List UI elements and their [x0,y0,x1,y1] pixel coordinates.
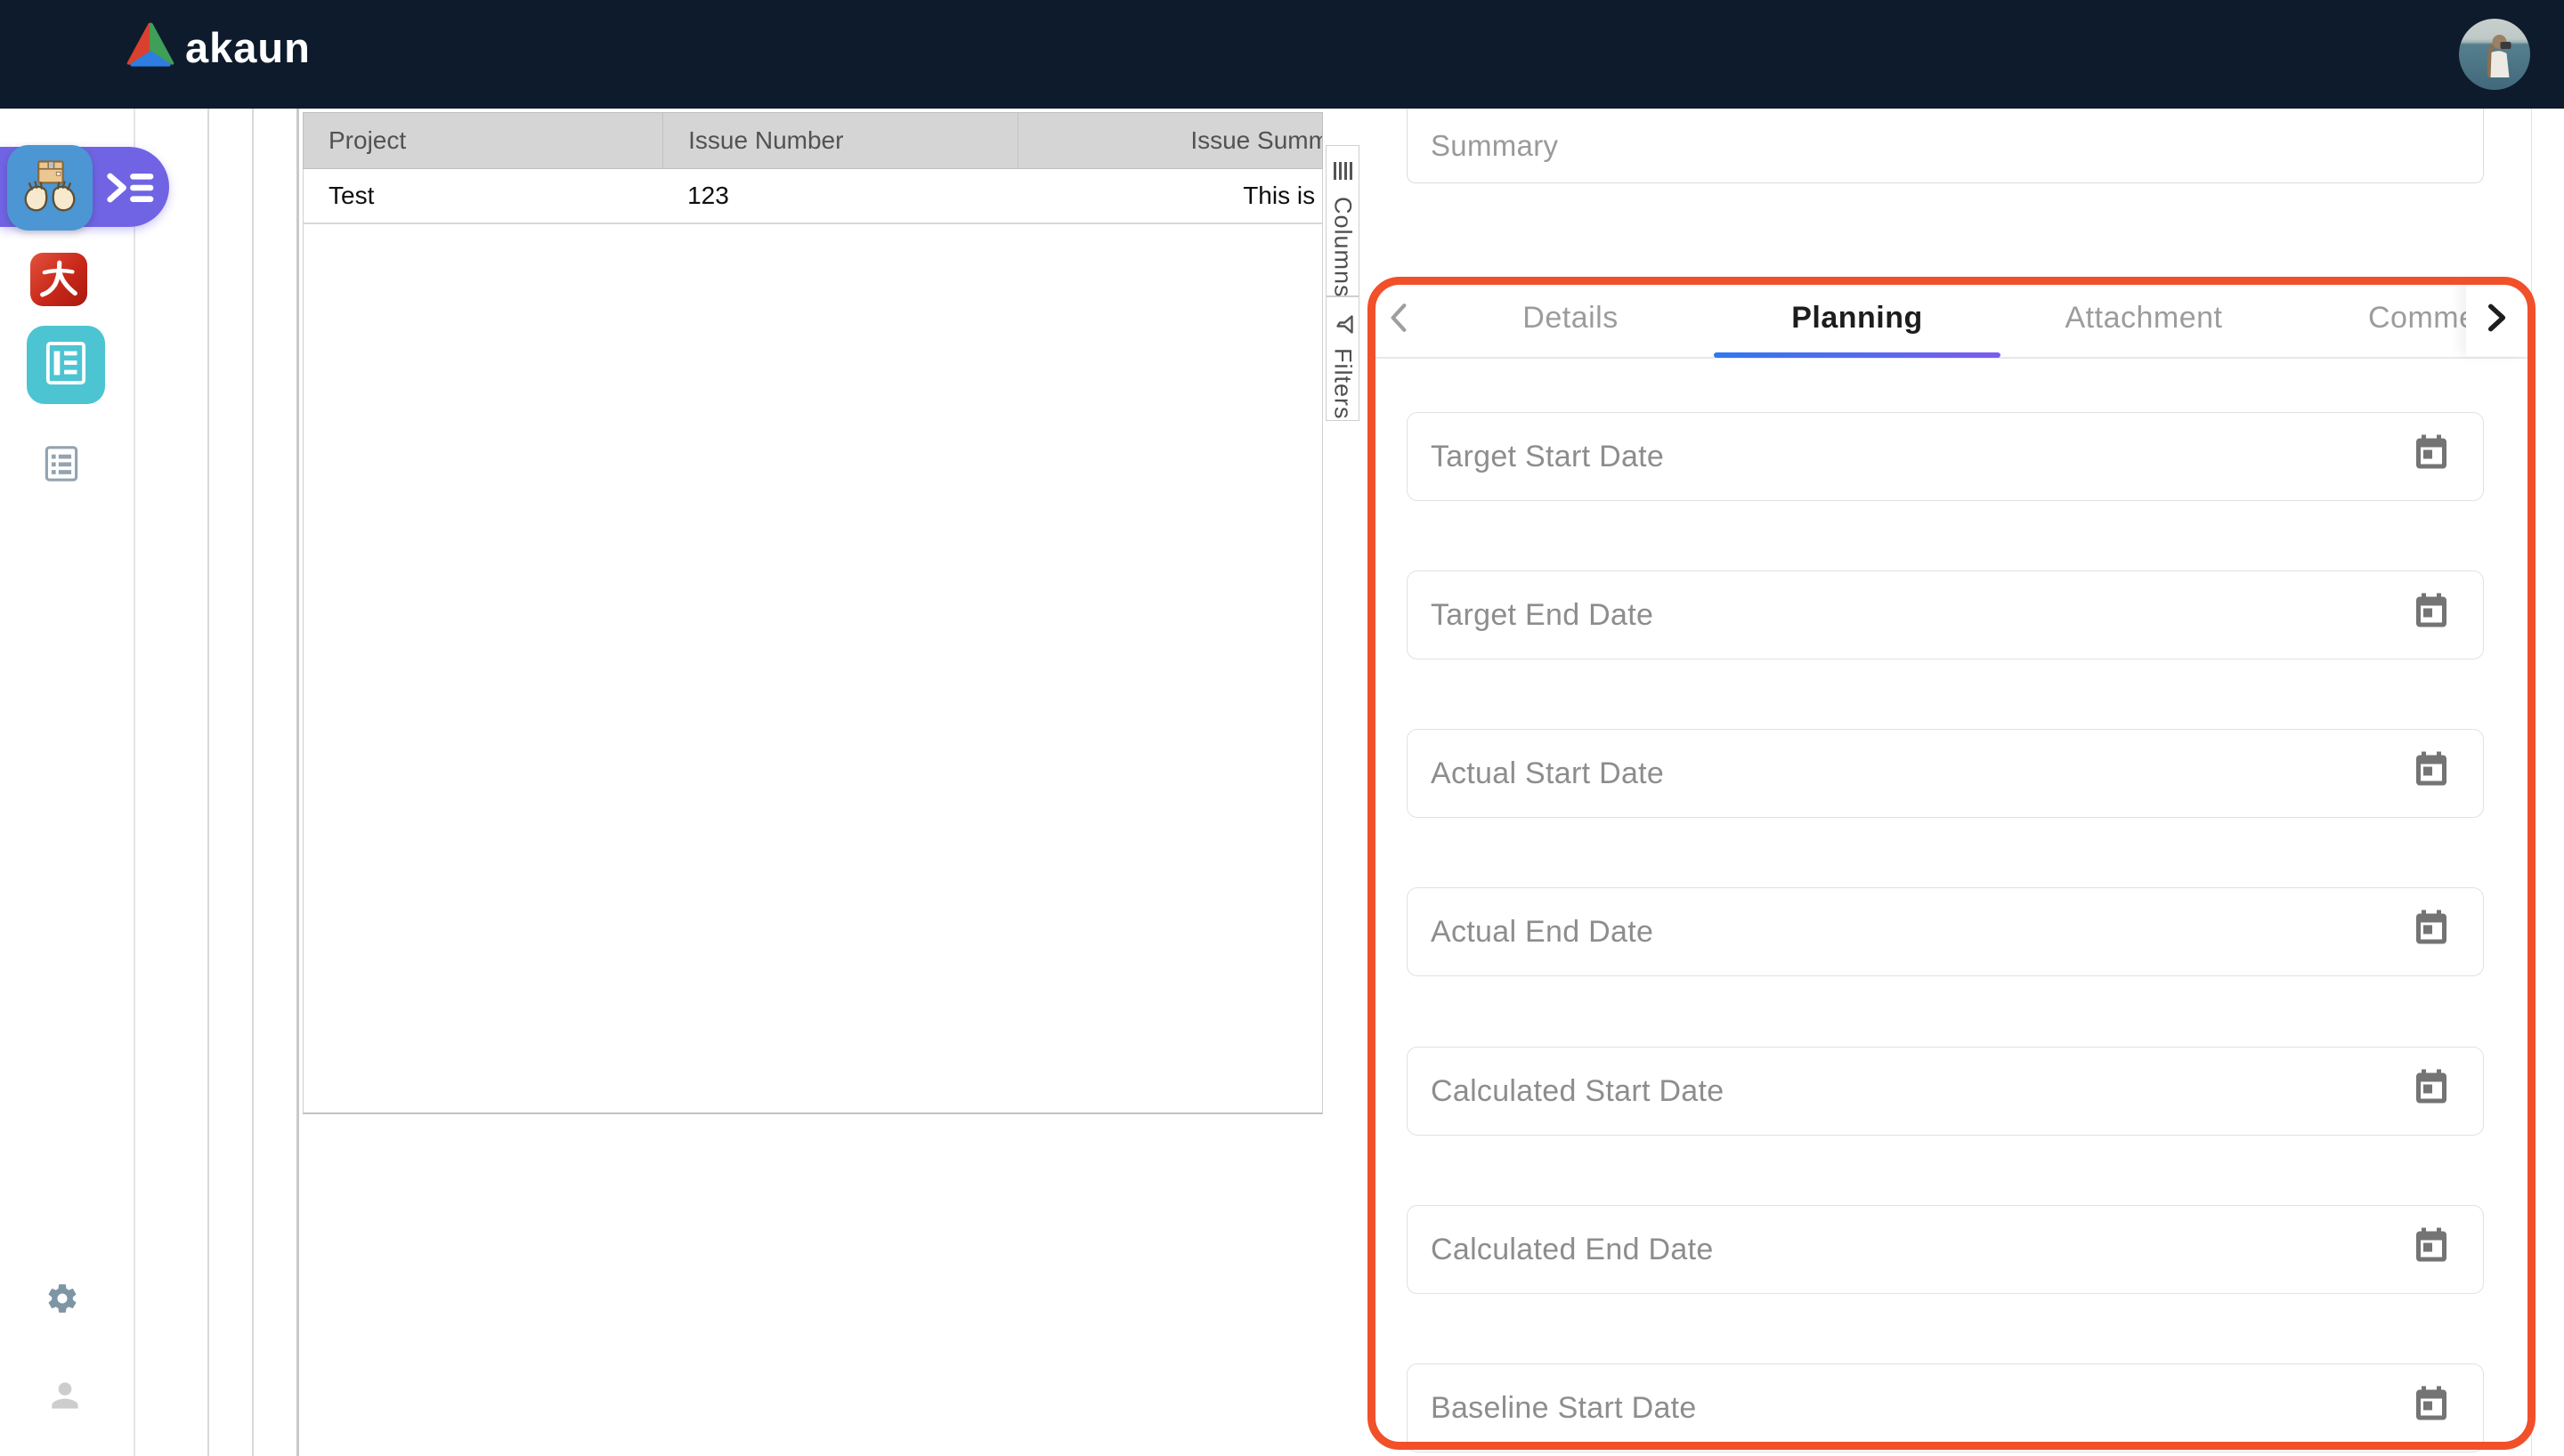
form-list-outline-icon [45,445,78,487]
chevron-left-icon [1387,302,1410,334]
issues-table: Project Issue Number Issue Summa Test 12… [303,112,1323,1114]
field-label: Actual End Date [1431,915,1653,950]
field-label: Target End Date [1431,598,1653,633]
column-header-issue-summary[interactable]: Issue Summa [1018,113,1322,168]
drawer-right-border [2531,109,2532,1456]
side-tab-filters[interactable]: Filters [1326,296,1359,421]
active-tab-underline [1714,352,2000,358]
field-label: Actual Start Date [1431,756,1664,791]
field-actual-end-date[interactable]: Actual End Date [1407,887,2484,976]
sidebar-item-dai[interactable] [30,253,87,306]
field-baseline-start-date[interactable]: Baseline Start Date [1407,1363,2484,1452]
field-label: Target Start Date [1431,440,1664,474]
gear-icon [45,1282,79,1320]
sidebar-item-forms[interactable] [45,445,78,487]
calendar-icon[interactable] [2415,1387,2447,1430]
person-icon [45,1376,85,1420]
hands-box-icon [20,157,79,220]
reorder-icon [1333,160,1352,186]
field-calculated-end-date[interactable]: Calculated End Date [1407,1205,2484,1294]
drawer-tab-bar: Details Planning Attachment Comme [1376,278,2528,358]
tab-details[interactable]: Details [1522,278,1618,358]
form-list-icon [45,341,86,390]
app-logo[interactable]: akaun [125,21,311,74]
app-window: akaun [0,0,2564,1456]
table-empty-area [303,224,1323,1114]
cell-project[interactable]: Test [304,182,662,210]
calendar-icon[interactable] [2415,1228,2447,1272]
tab-planning[interactable]: Planning [1791,278,1923,358]
summary-field[interactable]: Summary [1407,109,2484,183]
field-target-end-date[interactable]: Target End Date [1407,570,2484,659]
table-header-row: Project Issue Number Issue Summa [303,112,1323,169]
side-tab-columns[interactable]: Columns [1326,145,1359,296]
field-target-start-date[interactable]: Target Start Date [1407,412,2484,501]
sidebar-item-forms-active[interactable] [27,326,105,404]
cell-issue-number[interactable]: 123 [662,182,1018,210]
sidebar [0,109,135,1456]
calendar-icon[interactable] [2415,594,2447,637]
panel-divider [252,109,254,1456]
indent-icon [105,168,158,212]
calendar-icon[interactable] [2415,435,2447,479]
content-panel-border [296,109,299,1456]
column-header-project[interactable]: Project [304,126,662,155]
brand-text: akaun [185,27,311,69]
side-tab-filters-label: Filters [1329,348,1357,420]
tab-scroll-right-button[interactable] [2466,279,2527,356]
cell-issue-summary[interactable]: This is t [1018,182,1322,210]
tab-comments[interactable]: Comme [2368,278,2477,358]
dai-character-icon [37,258,80,302]
triangle-logo-icon [125,21,176,74]
calendar-icon[interactable] [2415,910,2447,954]
tab-attachment[interactable]: Attachment [2065,278,2223,358]
field-actual-start-date[interactable]: Actual Start Date [1407,729,2484,818]
panel-divider [207,109,209,1456]
summary-label: Summary [1431,129,1558,163]
field-label: Calculated End Date [1431,1233,1714,1267]
calendar-icon[interactable] [2415,752,2447,796]
sidebar-item-inventory[interactable] [7,145,93,231]
field-label: Baseline Start Date [1431,1391,1697,1426]
field-label: Calculated Start Date [1431,1074,1724,1109]
top-bar: akaun [0,0,2564,109]
filter-funnel-icon [1330,314,1356,336]
user-avatar[interactable] [2459,19,2530,90]
sidebar-item-settings[interactable] [45,1282,79,1320]
table-row[interactable]: Test 123 This is t [303,169,1323,224]
column-header-issue-number[interactable]: Issue Number [662,113,1018,168]
field-calculated-start-date[interactable]: Calculated Start Date [1407,1047,2484,1136]
tab-scroll-left-button[interactable] [1387,302,1410,338]
calendar-icon[interactable] [2415,1070,2447,1113]
side-tab-columns-label: Columns [1329,197,1357,298]
chevron-right-icon [2484,303,2509,333]
sidebar-item-profile[interactable] [45,1376,85,1420]
